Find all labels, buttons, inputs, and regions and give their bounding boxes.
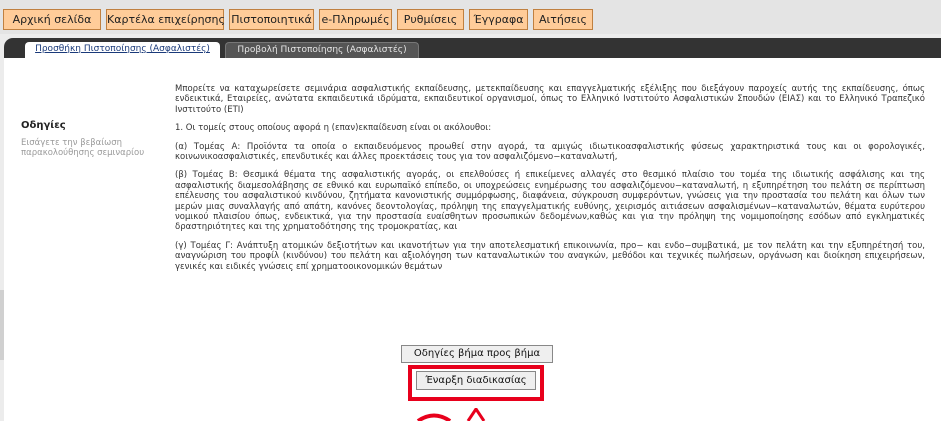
start-process-button[interactable]: Έναρξη διαδικασίας: [416, 371, 536, 390]
step-by-step-guide-button[interactable]: Οδηγίες βήμα προς βήμα: [401, 345, 553, 363]
nav-settings[interactable]: Ρυθμίσεις: [397, 9, 464, 30]
nav-certificates[interactable]: Πιστοποιητικά: [229, 9, 314, 30]
instructions-subtitle: Εισάγετε την βεβαίωση παρακολούθησης σεμ…: [21, 138, 145, 158]
nav-business-profile[interactable]: Καρτέλα επιχείρησης: [106, 9, 225, 30]
sector-c-paragraph: (γ) Τομέας Γ: Ανάπτυξη ατομικών δεξιοτήτ…: [175, 240, 925, 272]
sector-b-paragraph: (β) Τομέας Β: Θεσμικά θέματα της ασφαλισ…: [175, 170, 925, 233]
nav-documents[interactable]: Έγγραφα: [469, 9, 528, 30]
content-panel: Οδηγίες Εισάγετε την βεβαίωση παρακολούθ…: [4, 58, 941, 421]
instructions-text: Μπορείτε να καταχωρείσετε σεμινάρια ασφα…: [175, 84, 925, 280]
nav-applications[interactable]: Αιτήσεις: [533, 9, 593, 30]
intro-paragraph: Μπορείτε να καταχωρείσετε σεμινάρια ασφα…: [175, 84, 925, 115]
instructions-title: Οδηγίες: [21, 120, 66, 131]
annotation-arrow-icon: [416, 408, 486, 421]
tab-view-certification[interactable]: Προβολή Πιστοποίησης (Ασφαλιστές): [225, 42, 419, 58]
top-navigation: Αρχική σελίδα Καρτέλα επιχείρησης Πιστοπ…: [0, 0, 941, 34]
sectors-heading: 1. Οι τομείς στους οποίους αφορά η (επαν…: [175, 123, 492, 134]
sector-a-paragraph: (α) Τομέας Α: Προϊόντα τα οποία ο εκπαιδ…: [175, 141, 925, 163]
nav-home[interactable]: Αρχική σελίδα: [3, 9, 101, 30]
tab-add-certification[interactable]: Προσθήκη Πιστοποίησης (Ασφαλιστές): [25, 42, 220, 58]
tab-strip: Προσθήκη Πιστοποίησης (Ασφαλιστές) Προβο…: [4, 38, 941, 58]
nav-e-payments[interactable]: e-Πληρωμές: [319, 9, 392, 30]
